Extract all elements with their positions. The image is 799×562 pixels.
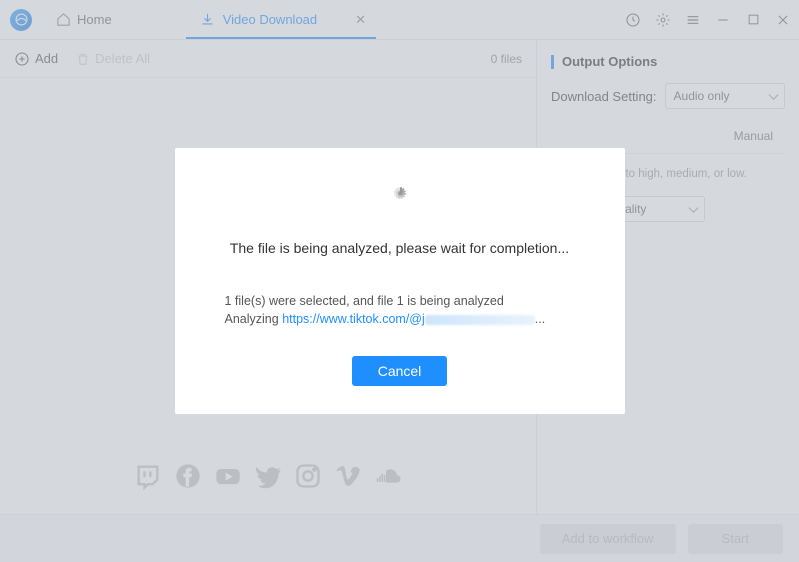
cancel-button[interactable]: Cancel xyxy=(352,356,448,386)
redacted-url-segment xyxy=(425,315,535,325)
modal-analyzing-line: Analyzing https://www.tiktok.com/@j... xyxy=(225,312,546,326)
spinner-icon xyxy=(387,184,413,210)
modal-overlay: The file is being analyzed, please wait … xyxy=(0,0,799,562)
modal-status-line: 1 file(s) were selected, and file 1 is b… xyxy=(225,294,504,308)
analyzing-modal: The file is being analyzed, please wait … xyxy=(175,148,625,414)
analyzing-url[interactable]: https://www.tiktok.com/@j xyxy=(282,312,425,326)
modal-title: The file is being analyzed, please wait … xyxy=(230,240,569,256)
